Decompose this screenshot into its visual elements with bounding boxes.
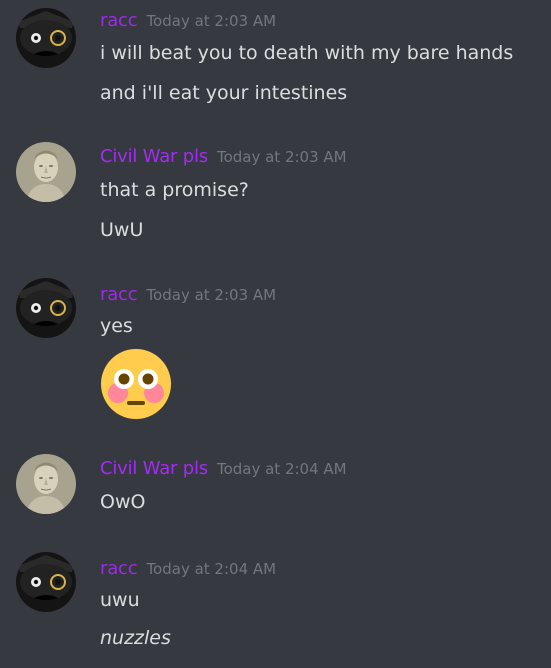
timestamp: Today at 2:04 AM [216, 460, 347, 478]
message-text: uwu [100, 589, 140, 611]
roman-bust-icon [16, 454, 76, 514]
message-text: UwU [100, 219, 144, 241]
flushed-face-emoji[interactable] [100, 348, 172, 420]
raccoon-avatar-icon[interactable] [16, 552, 76, 612]
message-text: that a promise? [100, 179, 249, 201]
timestamp: Today at 2:04 AM [146, 560, 277, 578]
message-text: yes [100, 315, 133, 337]
username[interactable]: racc [100, 558, 138, 579]
chat-message-list: racc Today at 2:03 AM i will beat you to … [0, 0, 551, 668]
raccoon-avatar-icon[interactable] [16, 8, 76, 68]
roman-bust-avatar-icon[interactable] [16, 142, 76, 202]
timestamp: Today at 2:03 AM [216, 148, 347, 166]
timestamp: Today at 2:03 AM [146, 12, 277, 30]
message-text: nuzzles [100, 627, 171, 649]
message-text: i will beat you to death with my bare ha… [100, 42, 514, 64]
raccoon-icon [16, 8, 76, 68]
roman-bust-icon [16, 142, 76, 202]
raccoon-avatar-icon[interactable] [16, 278, 76, 338]
username[interactable]: racc [100, 284, 138, 305]
message-text: OwO [100, 491, 146, 513]
raccoon-icon [16, 278, 76, 338]
username[interactable]: Civil War pls [100, 458, 208, 479]
username[interactable]: racc [100, 10, 138, 31]
message-text: and i'll eat your intestines [100, 82, 348, 104]
username[interactable]: Civil War pls [100, 146, 208, 167]
roman-bust-avatar-icon[interactable] [16, 454, 76, 514]
raccoon-icon [16, 552, 76, 612]
timestamp: Today at 2:03 AM [146, 286, 277, 304]
